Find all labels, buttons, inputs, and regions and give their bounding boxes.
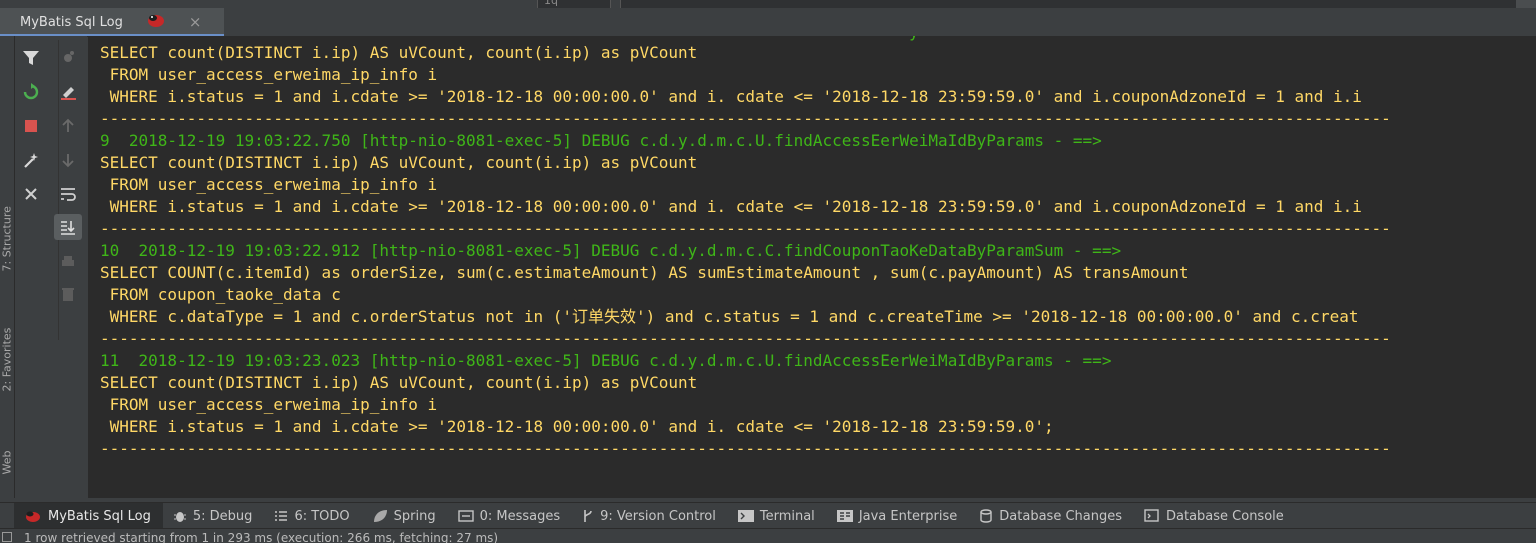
close-icon[interactable]: × bbox=[189, 13, 202, 31]
java-enterprise-tab[interactable]: Java Enterprise bbox=[827, 503, 969, 529]
mybatis-bug-icon bbox=[145, 12, 167, 32]
separator-line: ----------------------------------------… bbox=[100, 109, 1391, 128]
list-icon bbox=[274, 510, 288, 522]
mybatis-log-tab[interactable]: MyBatis Sql Log bbox=[14, 503, 163, 529]
separator-line: ----------------------------------------… bbox=[100, 439, 1391, 458]
tool-window-label: 9: Version Control bbox=[600, 508, 716, 524]
tool-window-label: 0: Messages bbox=[479, 508, 561, 524]
log-header-line: 10 2018-12-19 19:03:22.912 [http-nio-808… bbox=[100, 241, 1122, 260]
todo-tab[interactable]: 6: TODO bbox=[264, 503, 361, 529]
tool-window-label: 6: TODO bbox=[294, 508, 350, 524]
sql-line: WHERE i.status = 1 and i.cdate >= '2018-… bbox=[100, 417, 1054, 436]
tool-window-label: Database Changes bbox=[999, 508, 1122, 524]
database-changes-tab[interactable]: Database Changes bbox=[969, 503, 1134, 529]
spring-tab[interactable]: Spring bbox=[362, 503, 448, 529]
debug-tab[interactable]: 5: Debug bbox=[163, 503, 265, 529]
log-header-line: 11 2018-12-19 19:03:23.023 [http-nio-808… bbox=[100, 351, 1112, 370]
tool-window-label: Spring bbox=[393, 508, 436, 524]
messages-tab[interactable]: 0: Messages bbox=[448, 503, 573, 529]
structure-stripe-button[interactable]: 7: Structure bbox=[1, 206, 14, 271]
version-control-tab[interactable]: 9: Version Control bbox=[572, 503, 728, 529]
rerun-icon[interactable] bbox=[19, 80, 43, 104]
tab-title: MyBatis Sql Log bbox=[20, 14, 123, 30]
clear-all-icon[interactable] bbox=[56, 80, 80, 104]
arrow-up-icon[interactable] bbox=[56, 114, 80, 138]
sql-log-console[interactable]: y SELECT count(DISTINCT i.ip) AS uVCount… bbox=[88, 36, 1536, 498]
web-stripe-button[interactable]: Web bbox=[1, 434, 14, 492]
gutter-text: 1q bbox=[544, 0, 558, 7]
sql-line: SELECT count(DISTINCT i.ip) AS uVCount, … bbox=[100, 153, 698, 172]
print-icon[interactable] bbox=[56, 250, 80, 274]
sql-line: WHERE c.dataType = 1 and c.orderStatus n… bbox=[100, 307, 1359, 326]
settings-icon[interactable] bbox=[56, 46, 80, 70]
separator-line: ----------------------------------------… bbox=[100, 219, 1391, 238]
terminal-icon bbox=[737, 510, 754, 522]
sql-line: SELECT count(DISTINCT i.ip) AS uVCount, … bbox=[100, 373, 698, 392]
sql-line: FROM user_access_erweima_ip_info i bbox=[100, 395, 438, 414]
database-changes-icon bbox=[979, 509, 993, 523]
tool-window-label: MyBatis Sql Log bbox=[48, 508, 151, 524]
terminal-tab[interactable]: Terminal bbox=[728, 503, 827, 529]
bug-icon bbox=[173, 509, 187, 523]
stop-icon[interactable] bbox=[19, 114, 43, 138]
mybatis-bug-icon bbox=[24, 509, 42, 523]
tab-mybatis-sql-log[interactable]: MyBatis Sql Log × bbox=[0, 8, 224, 36]
editor-gutter-strip: 1q bbox=[537, 0, 611, 8]
log-header-line: 9 2018-12-19 19:03:22.750 [http-nio-8081… bbox=[100, 131, 1102, 150]
sql-line: SELECT count(DISTINCT i.ip) AS uVCount, … bbox=[100, 43, 698, 62]
console-toolbar bbox=[15, 36, 87, 498]
sql-line: WHERE i.status = 1 and i.cdate >= '2018-… bbox=[100, 87, 1362, 106]
sql-line: FROM user_access_erweima_ip_info i bbox=[100, 65, 438, 84]
sql-line: FROM coupon_taoke_data c bbox=[100, 285, 341, 304]
java-ee-icon bbox=[836, 510, 853, 522]
messages-icon bbox=[457, 510, 474, 522]
trash-icon[interactable] bbox=[56, 282, 80, 306]
tool-window-label: Terminal bbox=[759, 508, 815, 524]
soft-wrap-icon[interactable] bbox=[56, 182, 80, 206]
spring-leaf-icon bbox=[372, 509, 388, 523]
tool-window-bar: MyBatis Sql Log 5: Debug 6: TODO Spring 0: M… bbox=[0, 502, 1536, 529]
console-lines: SELECT count(DISTINCT i.ip) AS uVCount, … bbox=[100, 42, 1391, 460]
separator-line: ----------------------------------------… bbox=[100, 329, 1391, 348]
scroll-to-end-icon[interactable] bbox=[54, 214, 82, 240]
status-toggle-icon[interactable] bbox=[2, 532, 12, 542]
database-console-tab[interactable]: Database Console bbox=[1134, 503, 1296, 529]
arrow-down-icon[interactable] bbox=[56, 148, 80, 172]
sql-line: FROM user_access_erweima_ip_info i bbox=[100, 175, 438, 194]
branch-icon bbox=[582, 509, 594, 523]
scroll-strip bbox=[1516, 0, 1536, 8]
editor-strip bbox=[620, 0, 1517, 8]
sql-line: WHERE i.status = 1 and i.cdate >= '2018-… bbox=[100, 197, 1362, 216]
filter-icon[interactable] bbox=[19, 46, 43, 70]
tool-window-label: 5: Debug bbox=[192, 508, 253, 524]
close-icon[interactable] bbox=[19, 182, 43, 206]
favorites-stripe-button[interactable]: 2: Favorites bbox=[1, 328, 14, 392]
left-tool-stripe: 7: Structure 2: Favorites Web bbox=[0, 36, 15, 498]
tool-window-label: Java Enterprise bbox=[858, 508, 958, 524]
status-bar: 1 row retrieved starting from 1 in 293 m… bbox=[0, 528, 1536, 543]
magic-wand-icon[interactable] bbox=[19, 148, 43, 172]
sql-line: SELECT COUNT(c.itemId) as orderSize, sum… bbox=[100, 263, 1189, 282]
tool-window-label: Database Console bbox=[1166, 508, 1284, 524]
status-text: 1 row retrieved starting from 1 in 293 m… bbox=[24, 531, 499, 543]
tab-bar: MyBatis Sql Log × 1q bbox=[0, 0, 1536, 37]
clipped-log-line: y bbox=[100, 36, 919, 41]
database-console-icon bbox=[1144, 509, 1160, 523]
